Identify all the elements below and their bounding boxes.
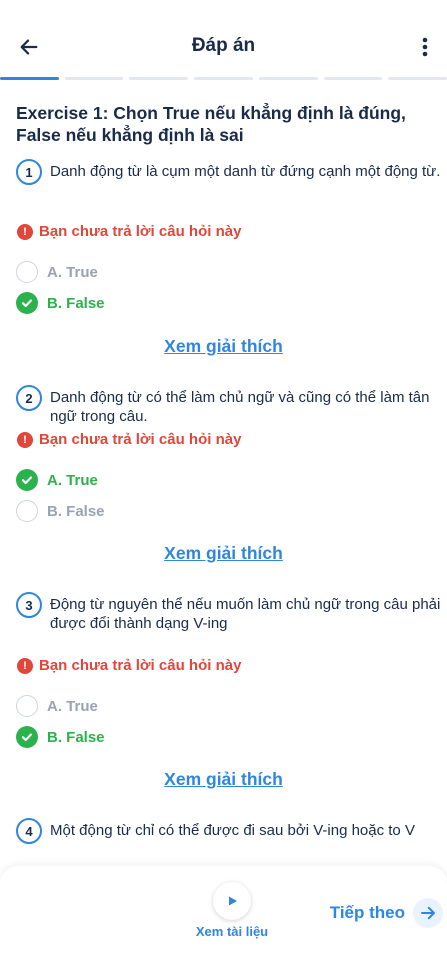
progress-segment xyxy=(129,77,189,80)
view-document-label: Xem tài liệu xyxy=(195,924,269,939)
question-text: Một động từ chỉ có thể được đi sau bởi V… xyxy=(50,822,415,839)
progress-segment xyxy=(323,77,383,80)
bottom-action-bar: Xem tài liệu Tiếp theo xyxy=(0,866,447,955)
question-number: 1 xyxy=(16,159,42,185)
next-button[interactable]: Tiếp theo xyxy=(330,898,443,928)
option-a[interactable]: A. True xyxy=(16,695,98,717)
progress-segment xyxy=(0,77,59,80)
view-document-button[interactable]: Xem tài liệu xyxy=(192,882,272,939)
question-text: Danh động từ là cụm một danh từ đứng cạn… xyxy=(50,163,441,180)
page-title: Đáp án xyxy=(191,35,256,56)
warning-text: Bạn chưa trả lời câu hỏi này xyxy=(39,657,242,674)
explain-link[interactable]: Xem giải thích xyxy=(0,543,447,564)
check-circle-icon xyxy=(16,469,38,491)
explain-link[interactable]: Xem giải thích xyxy=(0,336,447,357)
question-text: Danh động từ có thể làm chủ ngữ và cũng … xyxy=(50,389,430,425)
option-a[interactable]: A. True xyxy=(16,261,98,283)
option-label: B. False xyxy=(47,728,105,746)
progress-segment xyxy=(64,77,124,80)
check-circle-icon xyxy=(16,726,38,748)
next-label: Tiếp theo xyxy=(329,903,405,922)
exercise-title: Exercise 1: Chọn True nếu khẳng định là … xyxy=(16,103,406,145)
option-label: A. True xyxy=(47,471,98,489)
progress-segment xyxy=(258,77,318,80)
option-label: B. False xyxy=(47,502,105,520)
progress-bar xyxy=(0,77,447,81)
radio-unchecked-icon xyxy=(16,500,38,522)
option-a[interactable]: A. True xyxy=(16,469,98,491)
option-b[interactable]: B. False xyxy=(16,726,105,748)
alert-icon: ! xyxy=(17,223,33,240)
answer-content[interactable]: Exercise 1: Chọn True nếu khẳng định là … xyxy=(0,82,447,848)
alert-icon: ! xyxy=(17,431,33,448)
progress-segment xyxy=(388,77,447,80)
unanswered-warning: ! Bạn chưa trả lời câu hỏi này xyxy=(17,431,241,448)
option-label: A. True xyxy=(47,697,98,715)
question-number: 3 xyxy=(16,592,42,618)
question-number: 2 xyxy=(16,385,42,411)
check-circle-icon xyxy=(16,292,38,314)
more-vertical-icon xyxy=(422,37,428,57)
radio-unchecked-icon xyxy=(16,695,38,717)
unanswered-warning: ! Bạn chưa trả lời câu hỏi này xyxy=(17,223,241,240)
question-text: Động từ nguyên thể nếu muốn làm chủ ngữ … xyxy=(50,596,441,632)
option-b[interactable]: B. False xyxy=(16,500,105,522)
explain-link[interactable]: Xem giải thích xyxy=(0,769,447,790)
question-number: 4 xyxy=(16,818,42,844)
arrow-right-icon xyxy=(413,898,443,928)
radio-unchecked-icon xyxy=(16,261,38,283)
option-b[interactable]: B. False xyxy=(16,292,105,314)
option-label: A. True xyxy=(47,263,98,281)
option-label: B. False xyxy=(47,294,105,312)
warning-text: Bạn chưa trả lời câu hỏi này xyxy=(39,223,242,240)
play-icon xyxy=(213,882,251,920)
more-menu-button[interactable] xyxy=(411,32,439,62)
warning-text: Bạn chưa trả lời câu hỏi này xyxy=(39,431,242,448)
alert-icon: ! xyxy=(17,657,33,674)
progress-segment xyxy=(194,77,253,80)
app-header: Đáp án xyxy=(0,0,447,82)
unanswered-warning: ! Bạn chưa trả lời câu hỏi này xyxy=(17,657,241,674)
